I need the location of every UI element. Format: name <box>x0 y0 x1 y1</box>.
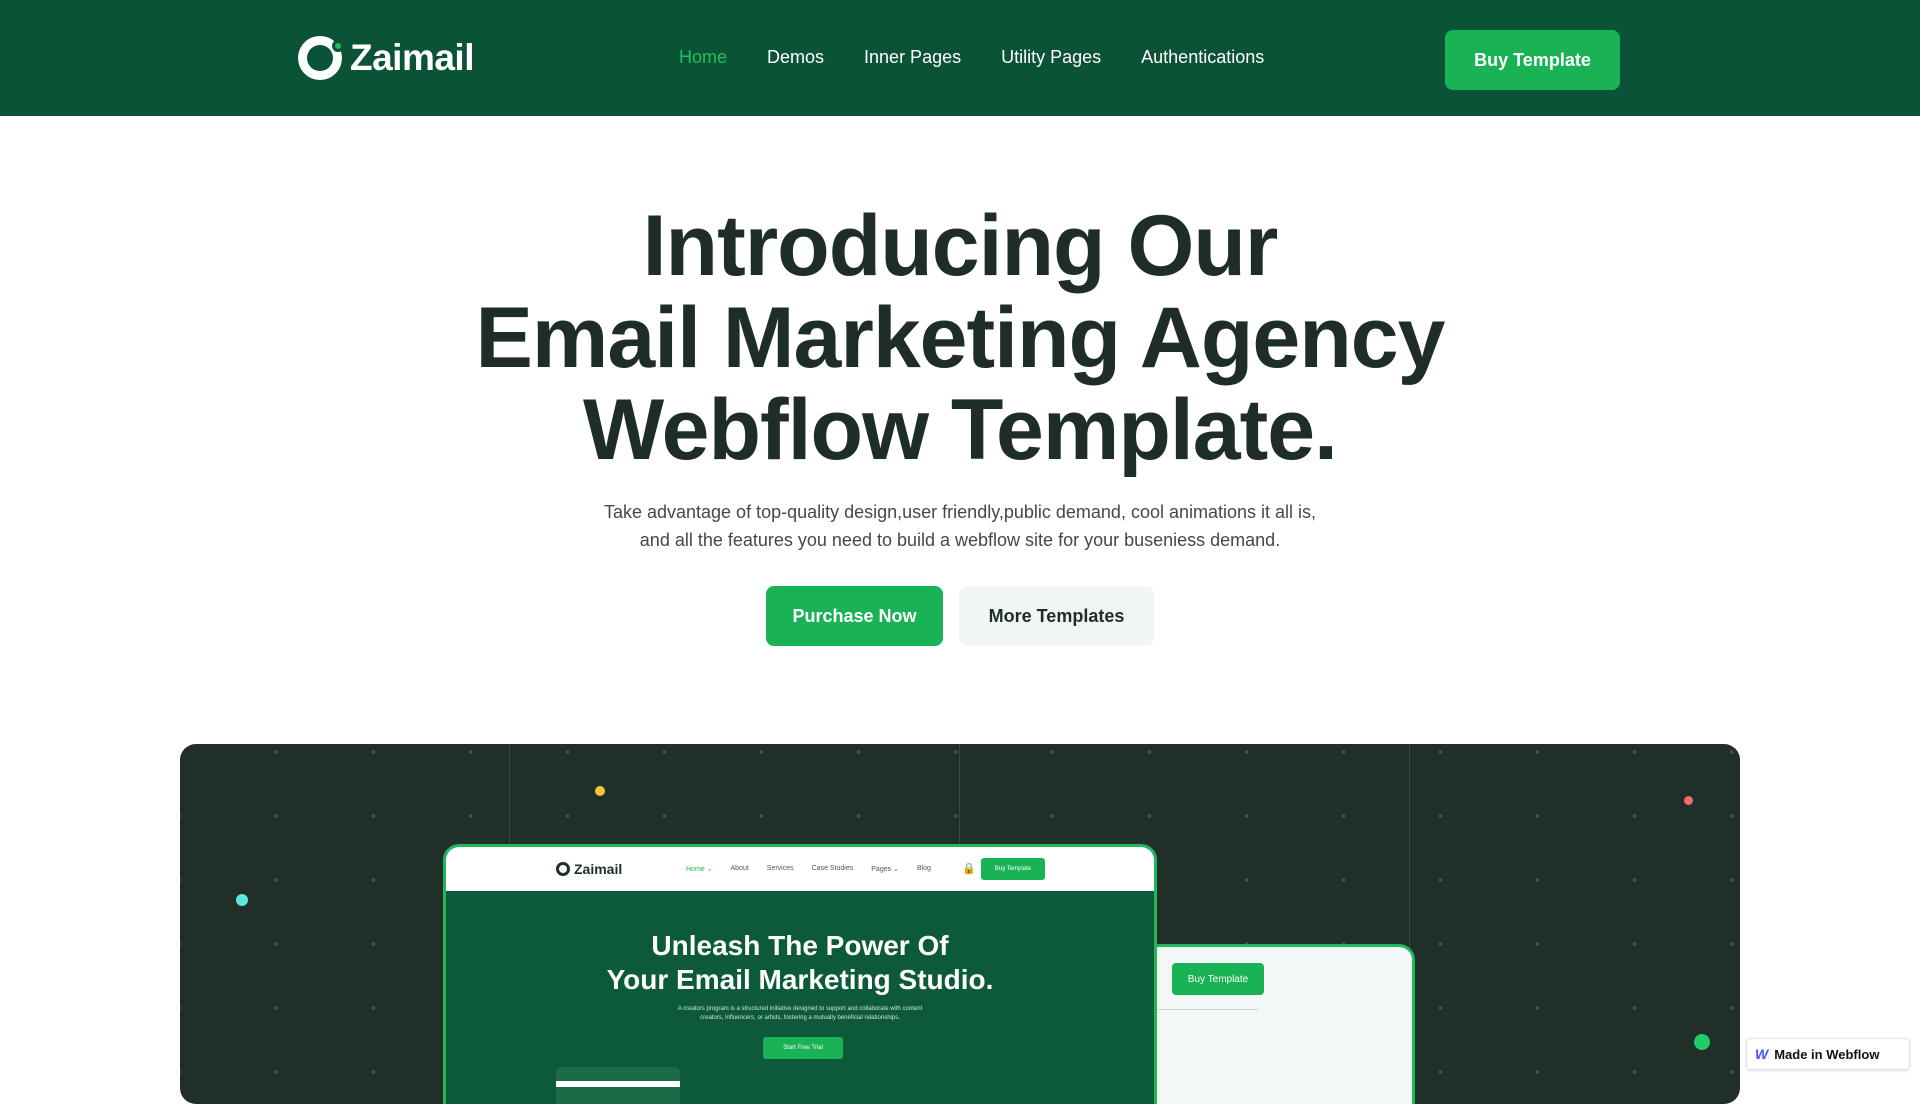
preview-description-line: A creators program is a structured initi… <box>677 1006 923 1012</box>
nav-demos[interactable]: Demos <box>767 47 824 68</box>
yellow-dot <box>595 786 605 796</box>
hero-cta-group: Purchase Now More Templates <box>0 586 1920 646</box>
nav-utility-pages[interactable]: Utility Pages <box>1001 47 1101 68</box>
preview-title-line: Your Email Marketing Studio. <box>606 964 994 995</box>
preview-card <box>556 1067 680 1104</box>
preview-description-line: creators, influencers, or artists, foste… <box>700 1015 900 1021</box>
preview-nav-item: Blog <box>916 865 931 872</box>
green-dot <box>1694 1034 1710 1050</box>
hero-subtitle-line: and all the features you need to build a… <box>639 530 1281 550</box>
hero-title-line: Webflow Template. <box>583 382 1338 478</box>
back-preview-window: 🔒 Buy Template <box>1135 944 1415 1104</box>
hero-title-line: Email Marketing Agency <box>475 290 1446 386</box>
preview-header: Zaimail Home ⌄ About Services Case Studi… <box>446 847 1154 891</box>
preview-title-line: Unleash The Power Of <box>651 930 949 961</box>
badge-label: Made in Webflow <box>1774 1046 1880 1062</box>
cyan-dot <box>236 894 248 906</box>
front-preview-window: Zaimail Home ⌄ About Services Case Studi… <box>443 844 1157 1104</box>
preview-nav-item: Services <box>766 865 794 872</box>
hero-subtitle-line: Take advantage of top-quality design,use… <box>603 502 1317 522</box>
preview-nav-item: Case Studies <box>811 865 854 872</box>
preview-nav: Home ⌄ About Services Case Studies Pages… <box>686 865 931 873</box>
site-header: Zaimail Home Demos Inner Pages Utility P… <box>0 0 1920 116</box>
preview-brand: Zaimail <box>574 861 623 877</box>
nav-authentications[interactable]: Authentications <box>1141 47 1264 68</box>
preview-nav-item: Home ⌄ <box>686 866 713 873</box>
preview-logo: Zaimail <box>556 861 622 877</box>
brand-name: Zaimail <box>350 37 475 78</box>
purchase-now-button[interactable]: Purchase Now <box>766 586 943 646</box>
preview-buy-button: Buy Template <box>1172 963 1264 995</box>
hero-section: Introducing Our Email Marketing Agency W… <box>0 200 1920 646</box>
hero-title: Introducing Our Email Marketing Agency W… <box>0 200 1920 476</box>
more-templates-button[interactable]: More Templates <box>959 586 1154 646</box>
hero-subtitle: Take advantage of top-quality design,use… <box>580 498 1340 554</box>
preview-buy-button: Buy Template <box>981 858 1045 880</box>
nav-home[interactable]: Home <box>679 47 727 68</box>
red-dot <box>1684 796 1693 805</box>
preview-title: Unleash The Power Of Your Email Marketin… <box>446 929 1154 997</box>
main-nav: Home Demos Inner Pages Utility Pages Aut… <box>679 47 1264 68</box>
nav-inner-pages[interactable]: Inner Pages <box>864 47 961 68</box>
buy-template-button[interactable]: Buy Template <box>1445 30 1620 90</box>
lock-icon: 🔒 <box>962 863 976 875</box>
preview-trial-button: Start Free Trial <box>763 1037 843 1059</box>
made-in-webflow-badge[interactable]: W Made in Webflow <box>1746 1038 1910 1070</box>
preview-nav-item: Pages ⌄ <box>871 866 899 873</box>
hero-title-line: Introducing Our <box>642 198 1279 294</box>
brand-logo[interactable]: Zaimail <box>298 36 475 80</box>
preview-nav-item: About <box>730 865 749 872</box>
webflow-logo-icon: W <box>1755 1046 1769 1062</box>
logo-ring-icon <box>556 862 570 876</box>
template-preview-panel: 🔒 Buy Template Zaimail Home ⌄ About Serv… <box>180 744 1740 1104</box>
chat-bubble-icon <box>298 36 344 80</box>
preview-description: A creators program is a structured initi… <box>446 1005 1154 1023</box>
